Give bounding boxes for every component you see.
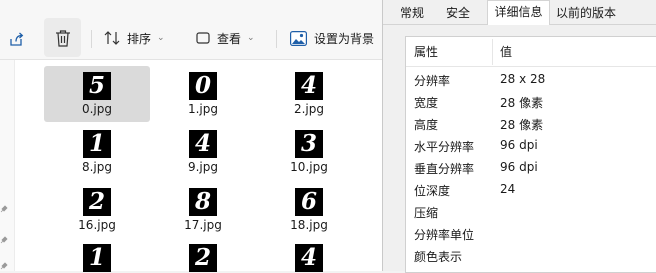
pin-icon: [0, 205, 8, 213]
view-icon: [196, 32, 210, 44]
view-label: 查看: [217, 31, 242, 46]
tab-general[interactable]: 常规: [397, 3, 427, 23]
file-tile[interactable]: 4: [256, 240, 362, 272]
file-tile[interactable]: 1 8.jpg: [44, 126, 150, 174]
property-name: 高度: [414, 118, 439, 132]
pin-icon: [0, 236, 8, 244]
file-name: 17.jpg: [184, 218, 222, 232]
file-name: 0.jpg: [81, 102, 113, 116]
property-row[interactable]: 高度 28 像素: [406, 112, 656, 134]
sort-button[interactable]: 排序 ⌄: [104, 18, 165, 58]
image-thumbnail: 4: [295, 72, 323, 100]
property-name: 压缩: [414, 206, 439, 220]
file-tile[interactable]: 3 10.jpg: [256, 126, 362, 174]
file-explorer: 排序 ⌄ 查看 ⌄ 设置为背景 5 0.jpg 0 1.jpg 4 2.jpg …: [0, 0, 382, 272]
toolbar-divider: [276, 30, 277, 48]
property-row[interactable]: 压缩: [406, 200, 656, 222]
command-bar: 排序 ⌄ 查看 ⌄ 设置为背景: [0, 0, 382, 60]
tab-security[interactable]: 安全: [445, 3, 471, 23]
image-thumbnail: 2: [189, 244, 217, 272]
image-icon: [290, 30, 307, 46]
property-name: 分辨率: [414, 74, 451, 88]
property-row[interactable]: 水平分辨率 96 dpi: [406, 134, 656, 156]
property-value: 28 x 28: [500, 72, 546, 86]
property-value: 96 dpi: [500, 160, 538, 174]
property-name: 位深度: [414, 184, 451, 198]
file-name: 9.jpg: [187, 160, 219, 174]
sort-icon: [104, 30, 120, 46]
property-row[interactable]: 宽度 28 像素: [406, 90, 656, 112]
image-thumbnail: 1: [83, 244, 111, 272]
tab-details[interactable]: 详细信息: [487, 0, 550, 25]
property-row[interactable]: 分辨率单位: [406, 222, 656, 244]
column-header-property[interactable]: 属性: [414, 43, 438, 60]
file-tile[interactable]: 8 17.jpg: [150, 184, 256, 232]
property-name: 水平分辨率: [414, 140, 475, 154]
chevron-down-icon: ⌄: [247, 33, 255, 43]
image-thumbnail: 0: [189, 72, 217, 100]
property-row[interactable]: 颜色表示: [406, 244, 656, 266]
property-name: 颜色表示: [414, 250, 463, 264]
navigation-pane[interactable]: [0, 60, 15, 271]
file-tile[interactable]: 2: [150, 240, 256, 272]
image-thumbnail: 3: [295, 130, 323, 158]
column-header-value[interactable]: 值: [500, 43, 512, 60]
file-name: 10.jpg: [290, 160, 328, 174]
share-button[interactable]: [5, 28, 27, 50]
file-tile[interactable]: 6 18.jpg: [256, 184, 362, 232]
sort-label: 排序: [127, 31, 152, 46]
file-name: 16.jpg: [78, 218, 116, 232]
image-thumbnail: 1: [83, 130, 111, 158]
file-name: 2.jpg: [293, 102, 325, 116]
list-header: 属性 值: [406, 37, 656, 67]
property-row[interactable]: 位深度 24: [406, 178, 656, 200]
properties-dialog: 常规 安全 详细信息 以前的版本 属性 值 分辨率 28 x 28 宽度 28 …: [382, 0, 656, 273]
file-name: 18.jpg: [290, 218, 328, 232]
file-tile[interactable]: 0 1.jpg: [150, 68, 256, 116]
image-thumbnail: 4: [295, 244, 323, 272]
file-name: 1.jpg: [187, 102, 219, 116]
image-thumbnail: 4: [189, 130, 217, 158]
file-tile[interactable]: 4 2.jpg: [256, 68, 362, 116]
property-value: 96 dpi: [500, 138, 538, 152]
column-divider[interactable]: [492, 39, 493, 65]
delete-button[interactable]: [44, 18, 81, 57]
image-thumbnail: 2: [83, 188, 111, 216]
property-name: 宽度: [414, 96, 439, 110]
set-as-background-button[interactable]: 设置为背景: [290, 18, 374, 58]
toolbar-divider: [91, 30, 92, 48]
details-list[interactable]: 属性 值 分辨率 28 x 28 宽度 28 像素 高度 28 像素 水平分辨率…: [405, 36, 656, 273]
view-button[interactable]: 查看 ⌄: [196, 18, 255, 58]
file-name: 8.jpg: [81, 160, 113, 174]
property-row[interactable]: 分辨率 28 x 28: [406, 68, 656, 90]
share-icon: [8, 31, 25, 48]
property-value: 24: [500, 182, 516, 196]
property-value: 28 像素: [500, 118, 544, 132]
property-value: 28 像素: [500, 96, 544, 110]
file-tile[interactable]: 5 0.jpg: [44, 66, 150, 122]
file-tile[interactable]: 2 16.jpg: [44, 184, 150, 232]
file-tile[interactable]: 4 9.jpg: [150, 126, 256, 174]
image-thumbnail: 5: [83, 72, 111, 100]
image-thumbnail: 8: [189, 188, 217, 216]
tab-strip: 常规 安全 详细信息 以前的版本: [383, 0, 656, 25]
file-tile[interactable]: 1: [44, 240, 150, 272]
chevron-down-icon: ⌄: [157, 33, 165, 43]
set-as-background-label: 设置为背景: [314, 31, 375, 46]
trash-icon: [55, 29, 71, 47]
tab-previous-versions[interactable]: 以前的版本: [552, 3, 620, 23]
property-row[interactable]: 垂直分辨率 96 dpi: [406, 156, 656, 178]
property-name: 垂直分辨率: [414, 162, 475, 176]
property-name: 分辨率单位: [414, 228, 475, 242]
pin-icon: [0, 262, 8, 270]
image-thumbnail: 6: [295, 188, 323, 216]
